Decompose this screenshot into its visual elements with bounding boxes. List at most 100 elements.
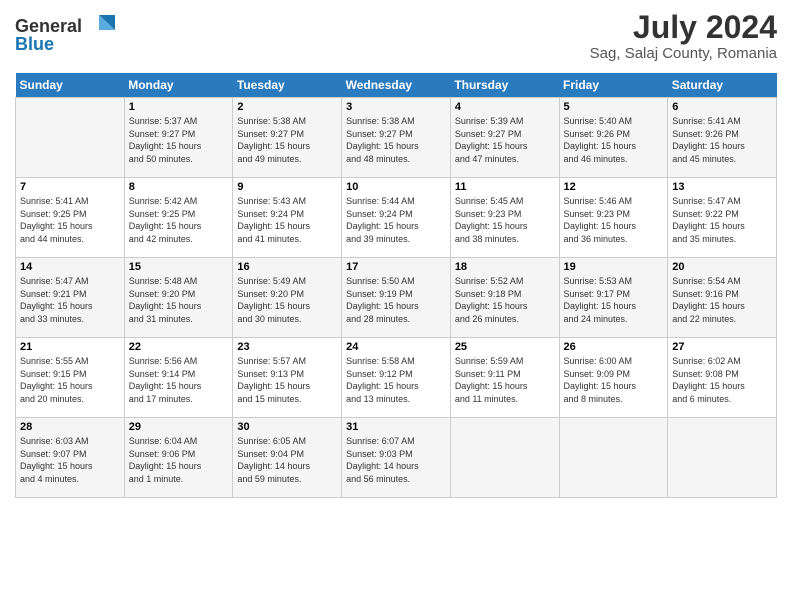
calendar-cell: 18 Sunrise: 5:52 AM Sunset: 9:18 PM Dayli… (450, 258, 559, 338)
day-number: 17 (346, 261, 446, 273)
calendar-cell: 5 Sunrise: 5:40 AM Sunset: 9:26 PM Daylig… (559, 98, 668, 178)
day-number: 27 (672, 341, 772, 353)
day-number: 22 (129, 341, 229, 353)
day-info: Sunrise: 5:40 AM Sunset: 9:26 PM Dayligh… (564, 115, 664, 165)
day-number: 30 (237, 421, 337, 433)
calendar-cell: 15 Sunrise: 5:48 AM Sunset: 9:20 PM Dayli… (124, 258, 233, 338)
day-number: 19 (564, 261, 664, 273)
day-info: Sunrise: 6:05 AM Sunset: 9:04 PM Dayligh… (237, 435, 337, 485)
header-row: SundayMondayTuesdayWednesdayThursdayFrid… (16, 73, 777, 98)
day-number: 15 (129, 261, 229, 273)
day-number: 18 (455, 261, 555, 273)
day-info: Sunrise: 6:04 AM Sunset: 9:06 PM Dayligh… (129, 435, 229, 485)
day-number: 7 (20, 181, 120, 193)
calendar-cell: 1 Sunrise: 5:37 AM Sunset: 9:27 PM Daylig… (124, 98, 233, 178)
day-info: Sunrise: 5:52 AM Sunset: 9:18 PM Dayligh… (455, 275, 555, 325)
header-day-thursday: Thursday (450, 73, 559, 98)
day-number: 5 (564, 101, 664, 113)
calendar-container: General Blue July 2024 Sag, Salaj County… (0, 0, 792, 612)
calendar-title: July 2024 (590, 10, 777, 45)
calendar-cell: 31Sunrise: 6:07 AM Sunset: 9:03 PM Dayli… (342, 418, 451, 498)
day-info: Sunrise: 5:53 AM Sunset: 9:17 PM Dayligh… (564, 275, 664, 325)
day-number: 1 (129, 101, 229, 113)
header-day-tuesday: Tuesday (233, 73, 342, 98)
calendar-cell: 25Sunrise: 5:59 AM Sunset: 9:11 PM Dayli… (450, 338, 559, 418)
day-info: Sunrise: 5:38 AM Sunset: 9:27 PM Dayligh… (237, 115, 337, 165)
calendar-table: SundayMondayTuesdayWednesdayThursdayFrid… (15, 73, 777, 498)
day-number: 25 (455, 341, 555, 353)
calendar-cell: 16 Sunrise: 5:49 AM Sunset: 9:20 PM Dayli… (233, 258, 342, 338)
day-number: 12 (564, 181, 664, 193)
calendar-cell (450, 418, 559, 498)
calendar-cell: 29 Sunrise: 6:04 AM Sunset: 9:06 PM Dayli… (124, 418, 233, 498)
day-info: Sunrise: 5:57 AM Sunset: 9:13 PM Dayligh… (237, 355, 337, 405)
calendar-cell: 24Sunrise: 5:58 AM Sunset: 9:12 PM Dayli… (342, 338, 451, 418)
day-number: 11 (455, 181, 555, 193)
calendar-cell: 8Sunrise: 5:42 AM Sunset: 9:25 PM Daylig… (124, 178, 233, 258)
day-number: 2 (237, 101, 337, 113)
calendar-cell: 6 Sunrise: 5:41 AM Sunset: 9:26 PM Daylig… (668, 98, 777, 178)
day-number: 4 (455, 101, 555, 113)
day-info: Sunrise: 5:56 AM Sunset: 9:14 PM Dayligh… (129, 355, 229, 405)
calendar-week-row: 7 Sunrise: 5:41 AM Sunset: 9:25 PM Daylig… (16, 178, 777, 258)
day-info: Sunrise: 5:50 AM Sunset: 9:19 PM Dayligh… (346, 275, 446, 325)
day-number: 26 (564, 341, 664, 353)
calendar-cell: 20Sunrise: 5:54 AM Sunset: 9:16 PM Dayli… (668, 258, 777, 338)
calendar-cell (559, 418, 668, 498)
calendar-week-row: 21Sunrise: 5:55 AM Sunset: 9:15 PM Dayli… (16, 338, 777, 418)
day-info: Sunrise: 5:45 AM Sunset: 9:23 PM Dayligh… (455, 195, 555, 245)
day-number: 10 (346, 181, 446, 193)
calendar-week-row: 1 Sunrise: 5:37 AM Sunset: 9:27 PM Daylig… (16, 98, 777, 178)
day-number: 28 (20, 421, 120, 433)
calendar-cell: 23 Sunrise: 5:57 AM Sunset: 9:13 PM Dayli… (233, 338, 342, 418)
calendar-cell: 14 Sunrise: 5:47 AM Sunset: 9:21 PM Dayli… (16, 258, 125, 338)
day-info: Sunrise: 5:44 AM Sunset: 9:24 PM Dayligh… (346, 195, 446, 245)
calendar-cell: 13Sunrise: 5:47 AM Sunset: 9:22 PM Dayli… (668, 178, 777, 258)
day-info: Sunrise: 5:39 AM Sunset: 9:27 PM Dayligh… (455, 115, 555, 165)
calendar-week-row: 14 Sunrise: 5:47 AM Sunset: 9:21 PM Dayli… (16, 258, 777, 338)
day-info: Sunrise: 5:41 AM Sunset: 9:26 PM Dayligh… (672, 115, 772, 165)
day-info: Sunrise: 5:47 AM Sunset: 9:21 PM Dayligh… (20, 275, 120, 325)
day-number: 13 (672, 181, 772, 193)
day-info: Sunrise: 6:03 AM Sunset: 9:07 PM Dayligh… (20, 435, 120, 485)
day-info: Sunrise: 5:37 AM Sunset: 9:27 PM Dayligh… (129, 115, 229, 165)
calendar-cell: 26 Sunrise: 6:00 AM Sunset: 9:09 PM Dayli… (559, 338, 668, 418)
day-info: Sunrise: 6:00 AM Sunset: 9:09 PM Dayligh… (564, 355, 664, 405)
calendar-cell (16, 98, 125, 178)
day-info: Sunrise: 5:46 AM Sunset: 9:23 PM Dayligh… (564, 195, 664, 245)
day-number: 29 (129, 421, 229, 433)
day-info: Sunrise: 5:49 AM Sunset: 9:20 PM Dayligh… (237, 275, 337, 325)
day-info: Sunrise: 6:07 AM Sunset: 9:03 PM Dayligh… (346, 435, 446, 485)
calendar-cell: 30 Sunrise: 6:05 AM Sunset: 9:04 PM Dayli… (233, 418, 342, 498)
logo: General Blue (15, 10, 125, 65)
day-number: 24 (346, 341, 446, 353)
day-info: Sunrise: 5:42 AM Sunset: 9:25 PM Dayligh… (129, 195, 229, 245)
header-day-sunday: Sunday (16, 73, 125, 98)
day-info: Sunrise: 5:41 AM Sunset: 9:25 PM Dayligh… (20, 195, 120, 245)
calendar-cell (668, 418, 777, 498)
header-day-saturday: Saturday (668, 73, 777, 98)
calendar-cell: 21Sunrise: 5:55 AM Sunset: 9:15 PM Dayli… (16, 338, 125, 418)
day-number: 3 (346, 101, 446, 113)
calendar-cell: 11 Sunrise: 5:45 AM Sunset: 9:23 PM Dayli… (450, 178, 559, 258)
calendar-cell: 27Sunrise: 6:02 AM Sunset: 9:08 PM Dayli… (668, 338, 777, 418)
day-number: 6 (672, 101, 772, 113)
svg-text:General: General (15, 16, 82, 36)
calendar-cell: 12 Sunrise: 5:46 AM Sunset: 9:23 PM Dayli… (559, 178, 668, 258)
calendar-subtitle: Sag, Salaj County, Romania (590, 45, 777, 62)
calendar-cell: 19 Sunrise: 5:53 AM Sunset: 9:17 PM Dayli… (559, 258, 668, 338)
calendar-cell: 9Sunrise: 5:43 AM Sunset: 9:24 PM Daylig… (233, 178, 342, 258)
day-info: Sunrise: 5:38 AM Sunset: 9:27 PM Dayligh… (346, 115, 446, 165)
day-info: Sunrise: 5:48 AM Sunset: 9:20 PM Dayligh… (129, 275, 229, 325)
day-number: 14 (20, 261, 120, 273)
title-section: July 2024 Sag, Salaj County, Romania (590, 10, 777, 62)
header-day-wednesday: Wednesday (342, 73, 451, 98)
day-number: 23 (237, 341, 337, 353)
calendar-week-row: 28 Sunrise: 6:03 AM Sunset: 9:07 PM Dayli… (16, 418, 777, 498)
header: General Blue July 2024 Sag, Salaj County… (15, 10, 777, 65)
calendar-cell: 22 Sunrise: 5:56 AM Sunset: 9:14 PM Dayli… (124, 338, 233, 418)
header-day-monday: Monday (124, 73, 233, 98)
day-number: 16 (237, 261, 337, 273)
logo-text: General Blue (15, 10, 125, 65)
calendar-cell: 4 Sunrise: 5:39 AM Sunset: 9:27 PM Daylig… (450, 98, 559, 178)
